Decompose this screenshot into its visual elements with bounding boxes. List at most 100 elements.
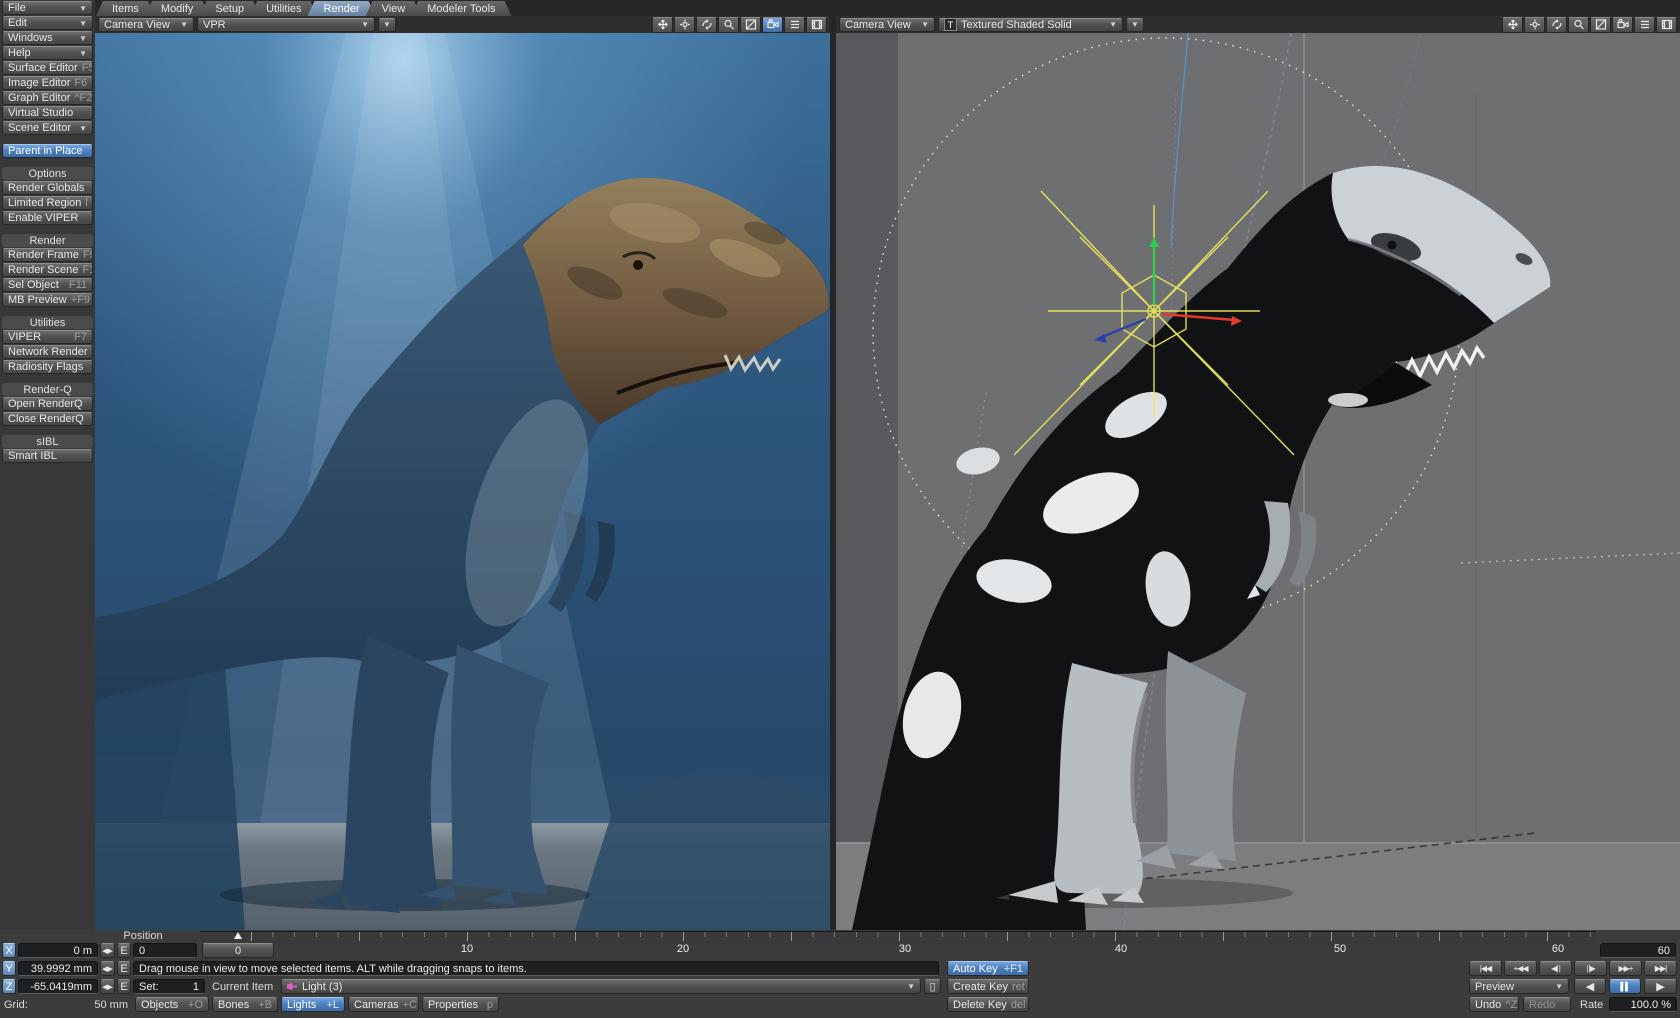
pause-button[interactable]: ▌▌ bbox=[1609, 979, 1641, 994]
frame-slider-handle[interactable]: 0 bbox=[202, 943, 274, 958]
auto-key-button[interactable]: Auto Key+F1 bbox=[947, 961, 1029, 976]
ruler-label: 40 bbox=[1115, 943, 1127, 955]
sel-object-button[interactable]: Sel ObjectF11 bbox=[2, 278, 93, 292]
camera-icon[interactable] bbox=[1612, 17, 1633, 33]
preview-dropdown[interactable]: Preview▼ bbox=[1469, 979, 1569, 994]
left-view-type-dropdown[interactable]: Camera View▼ bbox=[98, 18, 194, 32]
rotate-icon[interactable] bbox=[1524, 17, 1545, 33]
go-start-button[interactable]: |◀◀ bbox=[1469, 961, 1502, 976]
virtual-studio-button[interactable]: Virtual Studio bbox=[2, 106, 93, 120]
step-back-button[interactable]: ◀| | bbox=[1539, 961, 1572, 976]
rotate-icon[interactable] bbox=[674, 17, 695, 33]
open-renderq-button[interactable]: Open RenderQ bbox=[2, 397, 93, 411]
graph-editor-button[interactable]: Graph Editor^F2 bbox=[2, 91, 93, 105]
surface-editor-button[interactable]: Surface EditorF5 bbox=[2, 61, 93, 75]
chevron-down-icon: ▼ bbox=[180, 20, 188, 29]
camera-icon[interactable] bbox=[762, 17, 783, 33]
list-icon[interactable] bbox=[784, 17, 805, 33]
delete-key-button[interactable]: Delete Keydel bbox=[947, 997, 1029, 1012]
chevron-down-icon: ▼ bbox=[79, 34, 87, 43]
z-value-field[interactable]: -65.0419mm bbox=[18, 979, 98, 994]
z-axis-button[interactable]: Z bbox=[2, 979, 16, 994]
mb-preview-button[interactable]: MB Preview+F9 bbox=[2, 293, 93, 307]
scene-editor-button[interactable]: Scene Editor▼ bbox=[2, 121, 93, 135]
orbit-icon[interactable] bbox=[696, 17, 717, 33]
shaded-viewport-canvas[interactable] bbox=[836, 33, 1680, 930]
lights-mode-button[interactable]: Lights+L bbox=[281, 997, 345, 1012]
render-frame-button[interactable]: Render FrameF9 bbox=[2, 248, 93, 262]
z-envelope-button[interactable]: E bbox=[117, 979, 131, 994]
current-item-dropdown[interactable]: Light (3)▼ bbox=[281, 979, 921, 994]
right-view-type-dropdown[interactable]: Camera View▼ bbox=[839, 18, 935, 32]
tab-modify[interactable]: Modify bbox=[145, 1, 209, 16]
file-menu[interactable]: File▼ bbox=[2, 1, 93, 15]
lightwave-layout-window: File▼ Edit▼ Windows▼ Help▼ Surface Edito… bbox=[0, 0, 1680, 1018]
current-frame-field[interactable]: 0 bbox=[133, 943, 197, 958]
selection-count-field: Set:1 bbox=[133, 979, 205, 994]
left-render-mode-dropdown[interactable]: VPR▼ bbox=[197, 18, 375, 32]
light-icon bbox=[287, 983, 297, 990]
enable-viper-button[interactable]: Enable VIPER bbox=[2, 211, 93, 225]
go-end-button[interactable]: ▶▶| bbox=[1644, 961, 1677, 976]
zoom-icon[interactable] bbox=[718, 17, 739, 33]
network-render-button[interactable]: Network Render bbox=[2, 345, 93, 359]
pan-icon[interactable] bbox=[1502, 17, 1523, 33]
rate-value-field[interactable]: 100.0 % bbox=[1609, 997, 1677, 1012]
undo-button[interactable]: Undo^Z bbox=[1469, 997, 1519, 1012]
chevron-down-icon: ▼ bbox=[383, 20, 391, 29]
edit-menu[interactable]: Edit▼ bbox=[2, 16, 93, 30]
prev-key-button[interactable]: +◀◀ bbox=[1504, 961, 1537, 976]
play-reverse-button[interactable]: ◀ bbox=[1574, 979, 1606, 994]
windows-menu[interactable]: Windows▼ bbox=[2, 31, 93, 45]
ruler-label: 10 bbox=[461, 943, 473, 955]
render-scene-button[interactable]: Render SceneF10 bbox=[2, 263, 93, 277]
vpr-viewport-canvas[interactable] bbox=[95, 33, 830, 930]
radiosity-flags-button[interactable]: Radiosity Flags bbox=[2, 360, 93, 374]
objects-mode-button[interactable]: Objects+O bbox=[135, 997, 209, 1012]
tab-setup[interactable]: Setup bbox=[199, 1, 260, 16]
bones-mode-button[interactable]: Bones+B bbox=[212, 997, 278, 1012]
cameras-mode-button[interactable]: Cameras+C bbox=[348, 997, 419, 1012]
zoom-icon[interactable] bbox=[1568, 17, 1589, 33]
redo-button[interactable]: Redo bbox=[1523, 997, 1571, 1012]
parent-in-place-button[interactable]: Parent in Place bbox=[2, 144, 93, 158]
item-list-button[interactable]: ▯ bbox=[924, 979, 941, 994]
properties-button[interactable]: Propertiesp bbox=[422, 997, 499, 1012]
smart-ibl-button[interactable]: Smart IBL bbox=[2, 449, 93, 463]
y-envelope-button[interactable]: E bbox=[117, 961, 131, 976]
y-axis-button[interactable]: Y bbox=[2, 961, 16, 976]
right-viewport-options-dropdown[interactable]: ▼ bbox=[1126, 18, 1144, 32]
tab-render[interactable]: Render bbox=[308, 1, 376, 16]
x-value-field[interactable]: 0 m bbox=[18, 943, 98, 958]
image-editor-button[interactable]: Image EditorF6 bbox=[2, 76, 93, 90]
left-viewport-options-dropdown[interactable]: ▼ bbox=[378, 18, 396, 32]
frame-marker-icon bbox=[234, 932, 242, 939]
create-key-button[interactable]: Create Keyret bbox=[947, 979, 1029, 994]
grid-value: 50 mm bbox=[60, 999, 128, 1011]
viper-button[interactable]: VIPERF7 bbox=[2, 330, 93, 344]
next-key-button[interactable]: ▶▶+ bbox=[1609, 961, 1642, 976]
frame-icon[interactable] bbox=[806, 17, 827, 33]
end-frame-field[interactable]: 60 bbox=[1600, 943, 1676, 958]
tab-modeler-tools[interactable]: Modeler Tools bbox=[411, 1, 511, 16]
x-axis-button[interactable]: X bbox=[2, 943, 16, 958]
z-nudge-stepper[interactable]: ◀▶ bbox=[100, 979, 115, 994]
right-render-mode-dropdown[interactable]: TTextured Shaded Solid▼ bbox=[938, 18, 1123, 32]
x-nudge-stepper[interactable]: ◀▶ bbox=[100, 943, 115, 958]
y-value-field[interactable]: 39.9992 mm bbox=[18, 961, 98, 976]
step-forward-button[interactable]: | |▶ bbox=[1574, 961, 1607, 976]
limited-region-button[interactable]: Limited Regionl bbox=[2, 196, 93, 210]
region-icon[interactable] bbox=[1590, 17, 1611, 33]
help-menu[interactable]: Help▼ bbox=[2, 46, 93, 60]
frame-icon[interactable] bbox=[1656, 17, 1677, 33]
close-renderq-button[interactable]: Close RenderQ bbox=[2, 412, 93, 426]
x-envelope-button[interactable]: E bbox=[117, 943, 131, 958]
pan-icon[interactable] bbox=[652, 17, 673, 33]
region-icon[interactable] bbox=[740, 17, 761, 33]
y-nudge-stepper[interactable]: ◀▶ bbox=[100, 961, 115, 976]
list-icon[interactable] bbox=[1634, 17, 1655, 33]
play-forward-button[interactable]: ▶ bbox=[1644, 979, 1677, 994]
tab-utilities[interactable]: Utilities bbox=[250, 1, 317, 16]
orbit-icon[interactable] bbox=[1546, 17, 1567, 33]
render-globals-button[interactable]: Render Globals bbox=[2, 181, 93, 195]
